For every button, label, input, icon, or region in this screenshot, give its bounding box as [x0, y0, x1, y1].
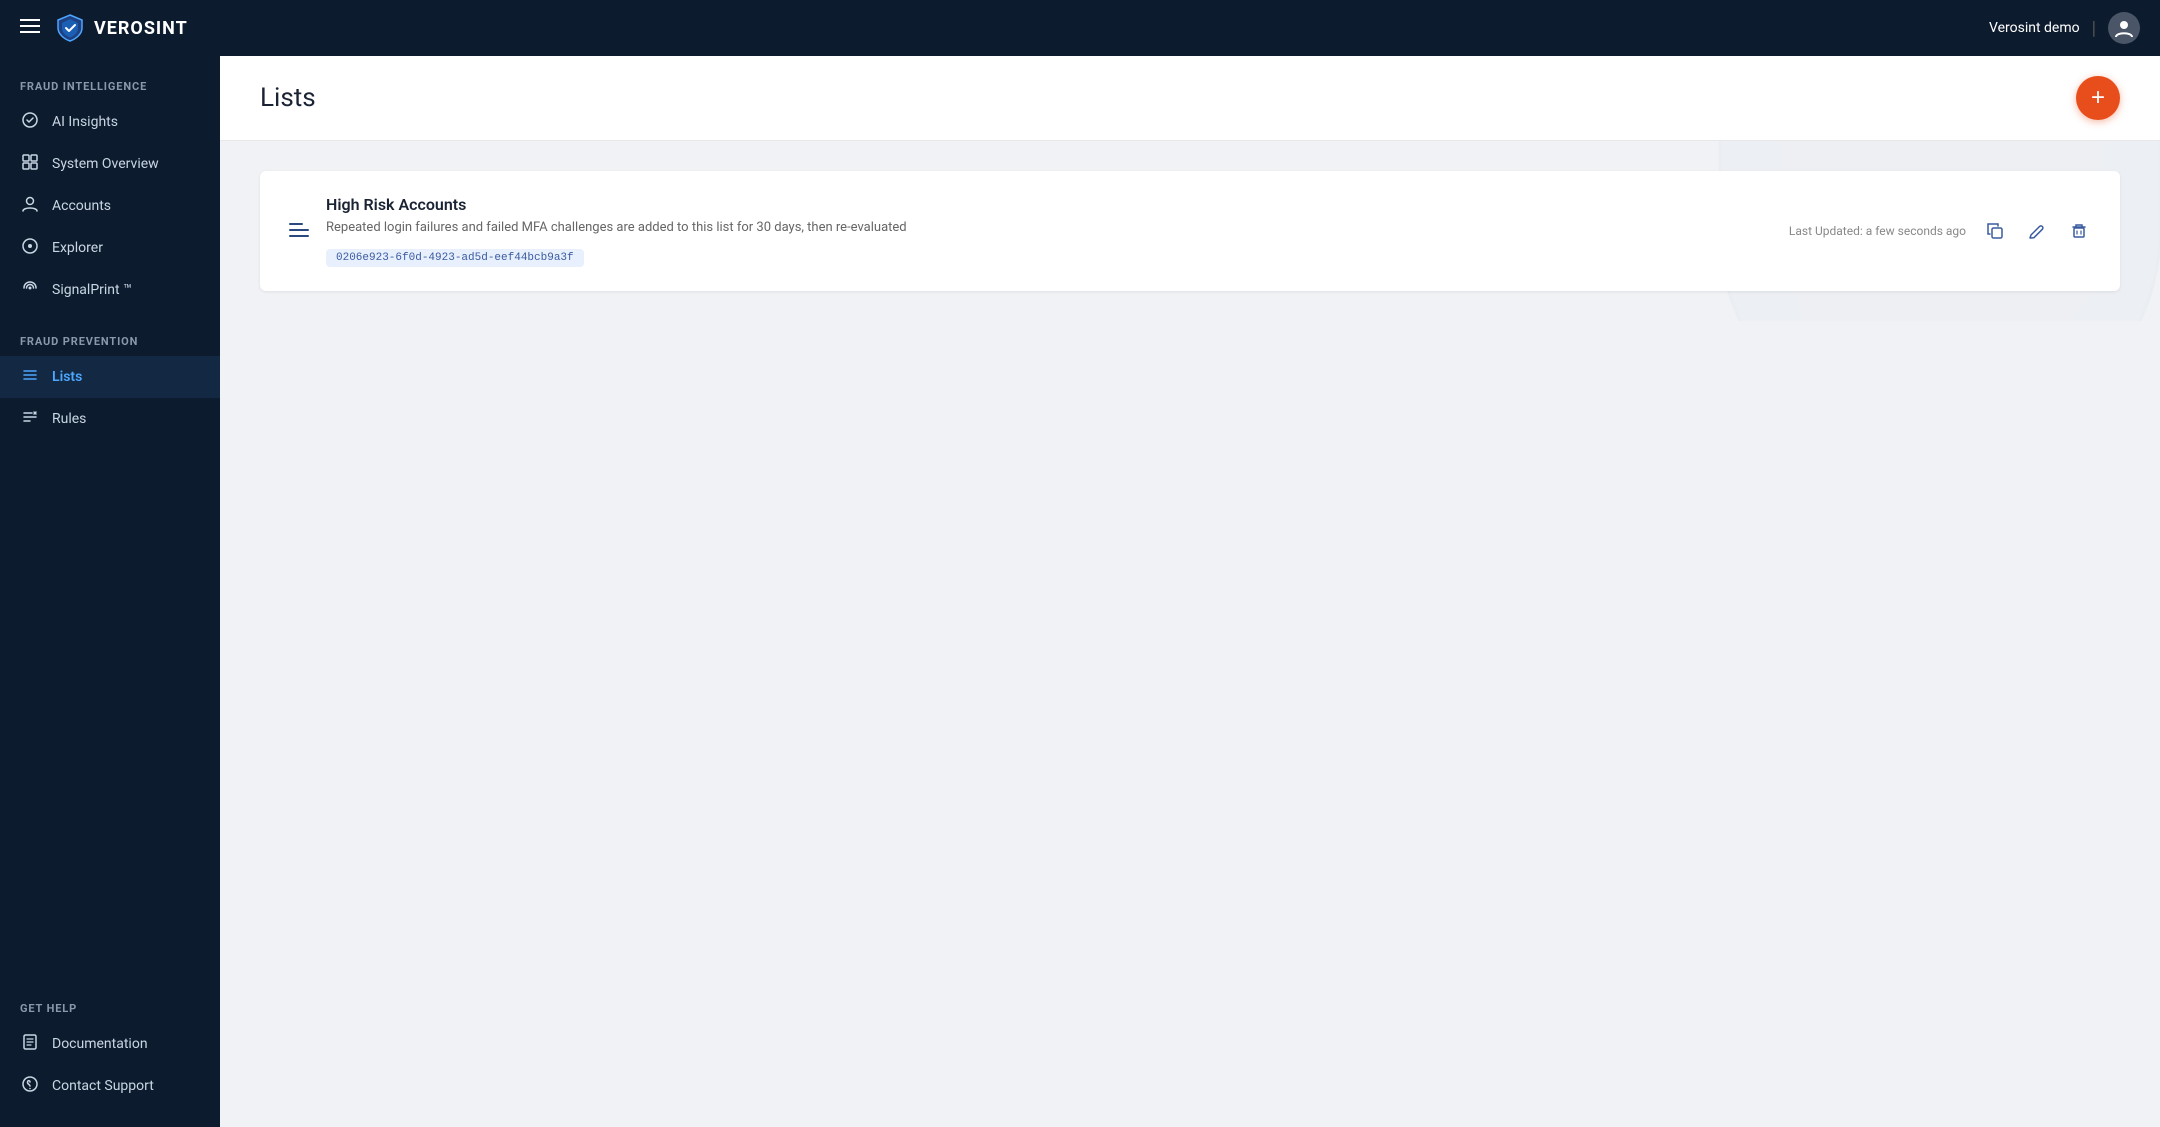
system-overview-icon: [20, 153, 40, 175]
sidebar-item-rules[interactable]: Rules: [0, 398, 220, 440]
lists-icon: [20, 366, 40, 388]
list-card-icon: [288, 220, 310, 245]
sidebar-label-accounts: Accounts: [52, 198, 111, 214]
get-help-label: GET HELP: [0, 978, 220, 1023]
logo: VEROSINT: [54, 12, 188, 44]
signalprint-icon: [20, 279, 40, 301]
list-card-meta: Last Updated: a few seconds ago: [1789, 218, 2092, 244]
sidebar-item-lists[interactable]: Lists: [0, 356, 220, 398]
main-content-area: Lists +: [220, 56, 2160, 1127]
sidebar-label-system-overview: System Overview: [52, 156, 159, 172]
page-title: Lists: [260, 83, 316, 113]
sidebar-label-contact-support: Contact Support: [52, 1078, 154, 1094]
sidebar: FRAUD INTELLIGENCE AI Insights System Ov…: [0, 56, 220, 1127]
explorer-icon: [20, 237, 40, 259]
sidebar-item-contact-support[interactable]: Contact Support: [0, 1065, 220, 1107]
sidebar-label-ai-insights: AI Insights: [52, 114, 118, 130]
sidebar-item-explorer[interactable]: Explorer: [0, 227, 220, 269]
list-card-title: High Risk Accounts: [326, 195, 1773, 214]
logo-text: VEROSINT: [94, 18, 188, 39]
sidebar-item-signalprint[interactable]: SignalPrint ™: [0, 269, 220, 311]
sidebar-item-ai-insights[interactable]: AI Insights: [0, 101, 220, 143]
add-icon: +: [2091, 84, 2105, 112]
nav-separator: |: [2092, 18, 2096, 39]
sidebar-item-system-overview[interactable]: System Overview: [0, 143, 220, 185]
list-card-body: High Risk Accounts Repeated login failur…: [326, 195, 1773, 267]
list-card-description: Repeated login failures and failed MFA c…: [326, 220, 1773, 235]
user-name: Verosint demo: [1989, 20, 2080, 36]
top-navigation: VEROSINT Verosint demo |: [0, 0, 2160, 56]
sidebar-label-explorer: Explorer: [52, 240, 103, 256]
contact-support-icon: [20, 1075, 40, 1097]
sidebar-label-documentation: Documentation: [52, 1036, 148, 1052]
list-card-uuid: 0206e923-6f0d-4923-ad5d-eef44bcb9a3f: [326, 249, 584, 267]
sidebar-label-lists: Lists: [52, 369, 82, 385]
sidebar-label-rules: Rules: [52, 411, 86, 427]
rules-icon: [20, 408, 40, 430]
hamburger-icon[interactable]: [20, 18, 40, 39]
last-updated-text: Last Updated: a few seconds ago: [1789, 224, 1966, 238]
layout: FRAUD INTELLIGENCE AI Insights System Ov…: [0, 56, 2160, 1127]
sidebar-label-signalprint: SignalPrint ™: [52, 282, 132, 298]
documentation-icon: [20, 1033, 40, 1055]
delete-button[interactable]: [2066, 218, 2092, 244]
nav-left: VEROSINT: [20, 12, 188, 44]
logo-shield-icon: [54, 12, 86, 44]
nav-right: Verosint demo |: [1989, 12, 2140, 44]
edit-button[interactable]: [2024, 218, 2050, 244]
sidebar-item-documentation[interactable]: Documentation: [0, 1023, 220, 1065]
main-header: Lists +: [220, 56, 2160, 141]
sidebar-item-accounts[interactable]: Accounts: [0, 185, 220, 227]
ai-insights-icon: [20, 111, 40, 133]
accounts-icon: [20, 195, 40, 217]
add-list-button[interactable]: +: [2076, 76, 2120, 120]
fraud-intelligence-label: FRAUD INTELLIGENCE: [0, 56, 220, 101]
fraud-prevention-label: FRAUD PREVENTION: [0, 311, 220, 356]
lists-content: High Risk Accounts Repeated login failur…: [220, 141, 2160, 321]
list-item: High Risk Accounts Repeated login failur…: [260, 171, 2120, 291]
copy-button[interactable]: [1982, 218, 2008, 244]
user-avatar[interactable]: [2108, 12, 2140, 44]
